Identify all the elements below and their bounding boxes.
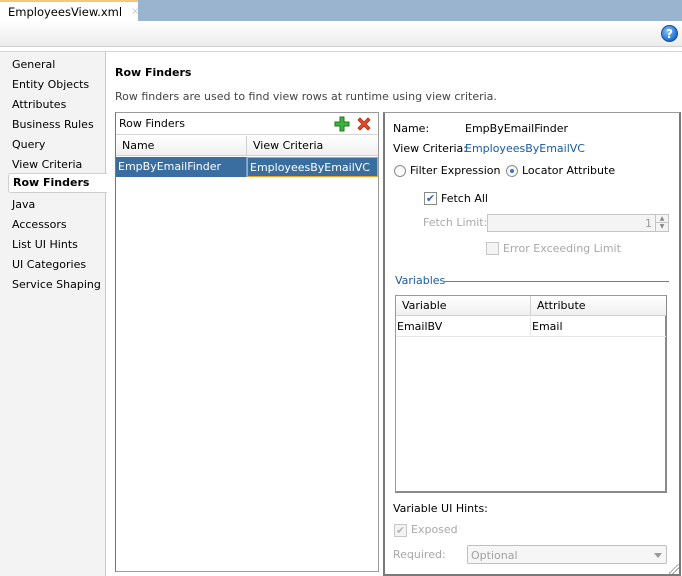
- filter-expression-radio[interactable]: [394, 165, 406, 177]
- variables-table: Variable Attribute EmailBV Email: [395, 295, 667, 493]
- filter-expression-label[interactable]: Filter Expression: [410, 164, 500, 177]
- row-finders-table-header: Row Finders: [116, 113, 378, 135]
- spinner-down-icon[interactable]: ▼: [656, 223, 668, 231]
- cell-view-criteria[interactable]: EmployeesByEmailVC: [247, 157, 378, 177]
- variables-group-label: Variables: [395, 274, 446, 287]
- tab-title: EmployeesView.xml: [8, 4, 123, 19]
- nav-item-attributes[interactable]: Attributes: [8, 96, 106, 114]
- column-header-name[interactable]: Name: [116, 136, 247, 156]
- table-row[interactable]: EmpByEmailFinder EmployeesByEmailVC: [116, 157, 378, 177]
- fetch-limit-label: Fetch Limit:: [423, 216, 488, 229]
- column-header-attribute[interactable]: Attribute: [531, 296, 666, 316]
- view-criteria-link[interactable]: EmployeesByEmailVC: [465, 142, 585, 155]
- add-icon[interactable]: [334, 116, 350, 132]
- row-finder-detail-panel: Name: EmpByEmailFinder View Criteria: Em…: [383, 112, 681, 576]
- editor-toolbar: ?: [0, 21, 682, 47]
- resize-grip-icon[interactable]: [669, 564, 679, 574]
- help-icon[interactable]: ?: [661, 25, 678, 42]
- editor-tab-strip: EmployeesView.xml ×: [0, 0, 682, 21]
- editor-nav: General Entity Objects Attributes Busine…: [0, 52, 107, 576]
- nav-item-ui-categories[interactable]: UI Categories: [8, 256, 106, 274]
- fetch-limit-spinner[interactable]: 1 ▲ ▼: [487, 214, 669, 232]
- locator-attribute-radio[interactable]: [506, 165, 518, 177]
- cell-variable[interactable]: EmailBV: [396, 317, 531, 337]
- exposed-label: Exposed: [411, 523, 458, 536]
- spinner-up-icon[interactable]: ▲: [656, 215, 668, 223]
- nav-item-service-shaping[interactable]: Service Shaping: [8, 276, 106, 294]
- view-criteria-label: View Criteria:: [393, 142, 467, 155]
- page-description: Row finders are used to find view rows a…: [115, 90, 497, 103]
- error-exceeding-limit-label: Error Exceeding Limit: [503, 242, 621, 255]
- name-value: EmpByEmailFinder: [465, 122, 569, 135]
- required-select[interactable]: Optional: [467, 545, 667, 564]
- column-header-variable[interactable]: Variable: [396, 296, 531, 316]
- spinner-buttons: ▲ ▼: [655, 215, 668, 231]
- error-exceeding-limit-checkbox[interactable]: [486, 242, 499, 255]
- exposed-checkbox[interactable]: ✔: [394, 524, 407, 537]
- row-finders-table-title: Row Finders: [119, 117, 185, 130]
- nav-item-list-ui-hints[interactable]: List UI Hints: [8, 236, 106, 254]
- nav-item-view-criteria[interactable]: View Criteria: [8, 156, 106, 174]
- nav-item-java[interactable]: Java: [8, 196, 106, 214]
- nav-item-row-finders[interactable]: Row Finders: [8, 173, 107, 193]
- fetch-all-label[interactable]: Fetch All: [441, 192, 488, 205]
- nav-item-query[interactable]: Query: [8, 136, 106, 154]
- page-title: Row Finders: [115, 66, 192, 79]
- fetch-all-checkbox[interactable]: ✔: [424, 192, 437, 205]
- close-tab-icon[interactable]: ×: [131, 6, 139, 17]
- cell-name[interactable]: EmpByEmailFinder: [116, 157, 247, 177]
- delete-icon[interactable]: [356, 116, 372, 132]
- column-header-view-criteria[interactable]: View Criteria: [247, 136, 378, 156]
- locator-attribute-label[interactable]: Locator Attribute: [522, 164, 615, 177]
- chevron-down-icon: [654, 553, 662, 558]
- name-label: Name:: [393, 122, 430, 135]
- editor-tab-employeesview[interactable]: EmployeesView.xml ×: [0, 0, 139, 21]
- nav-item-business-rules[interactable]: Business Rules: [8, 116, 106, 134]
- cell-attribute[interactable]: Email: [531, 317, 666, 337]
- variables-group-divider: [443, 281, 669, 282]
- row-finders-table: Row Finders Name View Criteria EmpByEmai…: [115, 112, 379, 572]
- fetch-limit-value: 1: [645, 217, 652, 230]
- required-select-value: Optional: [471, 549, 518, 562]
- nav-item-accessors[interactable]: Accessors: [8, 216, 106, 234]
- nav-item-entity-objects[interactable]: Entity Objects: [8, 76, 106, 94]
- nav-item-general[interactable]: General: [8, 56, 106, 74]
- variable-ui-hints-label: Variable UI Hints:: [393, 502, 488, 515]
- row-finders-page: Row Finders Row finders are used to find…: [107, 52, 682, 576]
- required-label: Required:: [393, 548, 446, 561]
